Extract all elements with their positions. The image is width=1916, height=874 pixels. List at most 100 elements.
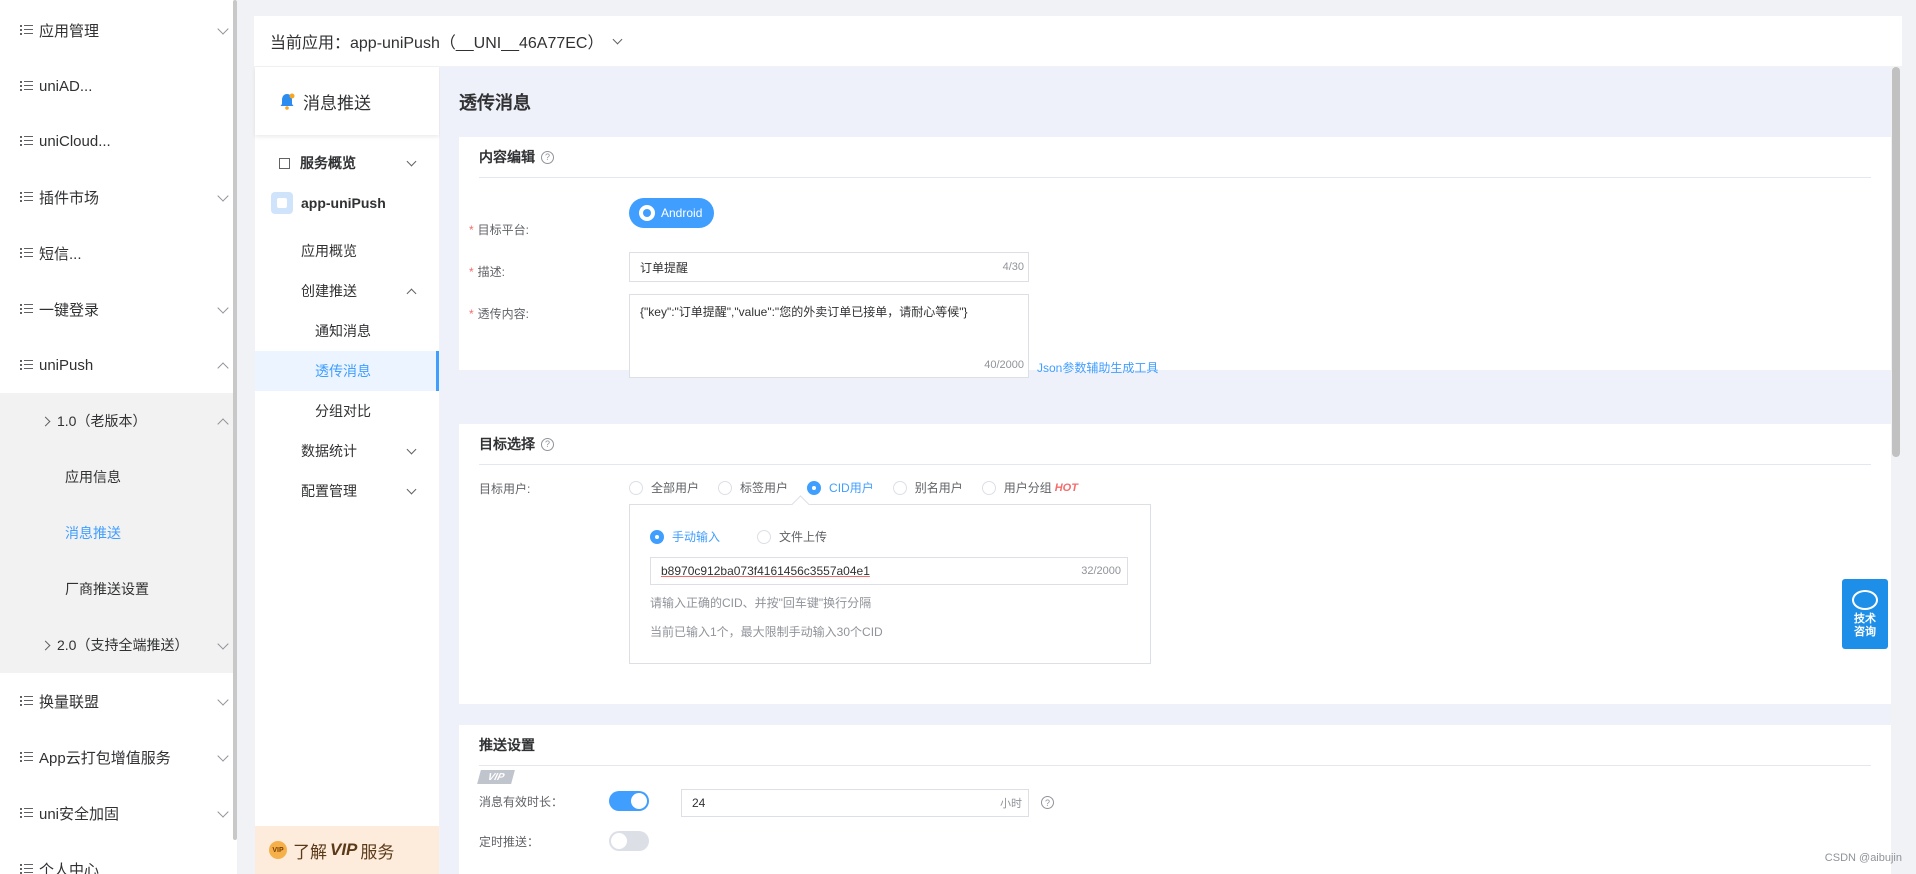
chevron-down-icon — [217, 23, 229, 35]
list-icon — [20, 24, 34, 36]
push-menu-app-overview[interactable]: 应用概览 — [255, 231, 439, 271]
chevron-down-icon — [406, 444, 417, 455]
sidebar-item-personal-center[interactable]: 个人中心 — [0, 841, 237, 874]
main-scrollbar[interactable] — [1892, 67, 1900, 457]
wechat-icon — [1852, 589, 1878, 610]
radio-manual-input[interactable]: 手动输入 — [650, 528, 720, 545]
description-value: 订单提醒 — [640, 260, 689, 275]
divider — [479, 177, 1871, 178]
help-icon[interactable]: ? — [1041, 796, 1054, 809]
cid-hint: 请输入正确的CID、并按"回车键"换行分隔 — [650, 596, 872, 610]
chevron-up-icon — [406, 288, 417, 299]
global-sidebar: 应用管理 uniAD... uniCloud... 插件市场 短信... 一键登… — [0, 0, 237, 874]
help-icon[interactable]: ? — [541, 437, 554, 451]
content-textarea[interactable]: {"key":"订单提醒","value":"您的外卖订单已接单，请耐心等候"}… — [629, 294, 1029, 378]
cid-textarea[interactable]: b8970c912ba073f4161456c3557a04e1 32/2000 — [650, 557, 1128, 585]
scheduled-label: 定时推送： — [479, 835, 540, 849]
sidebar-item-cloud-build[interactable]: App云打包增值服务 — [0, 729, 237, 785]
list-icon — [20, 303, 34, 315]
push-menu-label: 服务概览 — [300, 155, 356, 171]
cid-input-panel: 手动输入 文件上传 b8970c912ba073f4161456c3557a04… — [629, 504, 1151, 664]
sidebar-item-exchange-alliance[interactable]: 换量联盟 — [0, 673, 237, 729]
sidebar-item-unicloud[interactable]: uniCloud... — [0, 113, 237, 169]
chevron-right-icon — [40, 640, 51, 650]
android-platform-button[interactable]: Android — [629, 198, 715, 228]
radio-alias-users[interactable]: 别名用户 — [892, 479, 963, 496]
push-menu-statistics[interactable]: 数据统计 — [255, 431, 439, 471]
sidebar-item-plugin-market[interactable]: 插件市场 — [0, 169, 237, 225]
vip-badge-icon: VIP — [269, 841, 287, 859]
chevron-up-icon — [217, 362, 229, 374]
ttl-switch[interactable] — [609, 791, 649, 811]
input-mode-radio-group: 手动输入 文件上传 — [650, 528, 846, 545]
push-menu-label: 创建推送 — [301, 283, 357, 299]
sidebar-item-label: 厂商推送设置 — [65, 581, 149, 597]
chevron-down-icon — [612, 34, 622, 44]
radio-all-users[interactable]: 全部用户 — [629, 479, 699, 496]
tech-consult-button[interactable]: 技术 咨询 — [1842, 579, 1888, 649]
radio-cid-users[interactable]: CID用户 — [807, 479, 874, 496]
main-content: 透传消息 内容编辑 ? * 目标平台: Android * 描述: 订单提醒 4/3… — [440, 67, 1891, 874]
list-icon — [20, 807, 34, 819]
json-tool-link[interactable]: Json参数辅助生成工具 — [1037, 359, 1158, 376]
sidebar-item-label: 消息推送 — [65, 525, 121, 541]
push-menu-header: 消息推送 — [255, 67, 439, 135]
push-menu-notification-message[interactable]: 通知消息 — [255, 311, 439, 351]
radio-tag-users[interactable]: 标签用户 — [718, 479, 788, 496]
radio-file-upload[interactable]: 文件上传 — [757, 528, 827, 545]
sidebar-item-label: 应用管理 — [39, 22, 100, 40]
sidebar-item-unipush-v2[interactable]: 2.0（支持全端推送） — [0, 617, 237, 673]
sidebar-scrollbar[interactable] — [233, 0, 237, 840]
sidebar-item-label: 短信... — [39, 245, 82, 263]
ttl-value: 24 — [692, 796, 706, 810]
radio-user-group[interactable]: 用户分组 HOT — [981, 479, 1078, 496]
push-menu-label: 应用概览 — [301, 243, 357, 259]
sidebar-item-app-management[interactable]: 应用管理 — [0, 2, 237, 58]
sidebar-item-label: uniPush — [39, 356, 94, 374]
push-menu-group-compare[interactable]: 分组对比 — [255, 391, 439, 431]
sidebar-item-label: uniCloud... — [39, 132, 111, 150]
sidebar-item-label: 插件市场 — [39, 189, 100, 207]
chevron-down-icon — [406, 156, 417, 167]
scheduled-switch[interactable] — [609, 831, 649, 851]
push-menu-service-overview[interactable]: 服务概览 — [255, 143, 439, 183]
vip-service-banner[interactable]: VIP 了解 VIP 服务 — [255, 826, 439, 874]
target-user-label: 目标用户: — [479, 482, 531, 496]
sidebar-item-unipush[interactable]: uniPush — [0, 337, 237, 393]
push-bell-icon — [280, 93, 295, 110]
push-menu-app[interactable]: app-uniPush — [255, 183, 439, 223]
consult-label: 技术 — [1854, 612, 1876, 625]
watermark: CSDN @aibujin — [1824, 852, 1902, 864]
ttl-input[interactable]: 24 小时 — [681, 789, 1029, 817]
sidebar-item-label: uniAD... — [39, 77, 93, 95]
ttl-label: 消息有效时长： — [479, 795, 564, 809]
help-icon[interactable]: ? — [541, 150, 554, 164]
hot-badge: HOT — [1054, 481, 1078, 494]
sidebar-item-unipush-v1[interactable]: 1.0（老版本） — [0, 393, 237, 449]
list-icon — [20, 751, 34, 763]
section-title-text: 内容编辑 — [479, 149, 535, 165]
sidebar-item-message-push[interactable]: 消息推送 — [0, 505, 237, 561]
grid-icon — [279, 157, 290, 169]
sidebar-item-security-hardening[interactable]: uni安全加固 — [0, 785, 237, 841]
list-icon — [20, 359, 34, 371]
sidebar-item-sms[interactable]: 短信... — [0, 225, 237, 281]
push-menu-label: app-uniPush — [301, 195, 386, 211]
list-icon — [20, 863, 34, 874]
chevron-down-icon — [217, 302, 229, 314]
sidebar-item-one-click-login[interactable]: 一键登录 — [0, 281, 237, 337]
sidebar-item-label: App云打包增值服务 — [39, 749, 171, 767]
sidebar-item-app-info[interactable]: 应用信息 — [0, 449, 237, 505]
push-menu-config[interactable]: 配置管理 — [255, 471, 439, 511]
description-input[interactable]: 订单提醒 4/30 — [629, 252, 1029, 282]
app-selector[interactable]: 当前应用：app-uniPush（__UNI__46A77EC） — [254, 16, 1902, 66]
content-edit-card: 内容编辑 ? * 目标平台: Android * 描述: 订单提醒 4/30 * 透传… — [459, 137, 1891, 378]
list-icon — [20, 191, 34, 203]
push-menu-passthrough-message[interactable]: 透传消息 — [255, 351, 439, 391]
sidebar-item-vendor-push-settings[interactable]: 厂商推送设置 — [0, 561, 237, 617]
push-menu-create-push[interactable]: 创建推送 — [255, 271, 439, 311]
platform-label: * 目标平台: — [469, 223, 530, 237]
sidebar-item-uniad[interactable]: uniAD... — [0, 58, 237, 114]
app-icon — [271, 192, 293, 214]
chevron-down-icon — [406, 484, 417, 495]
